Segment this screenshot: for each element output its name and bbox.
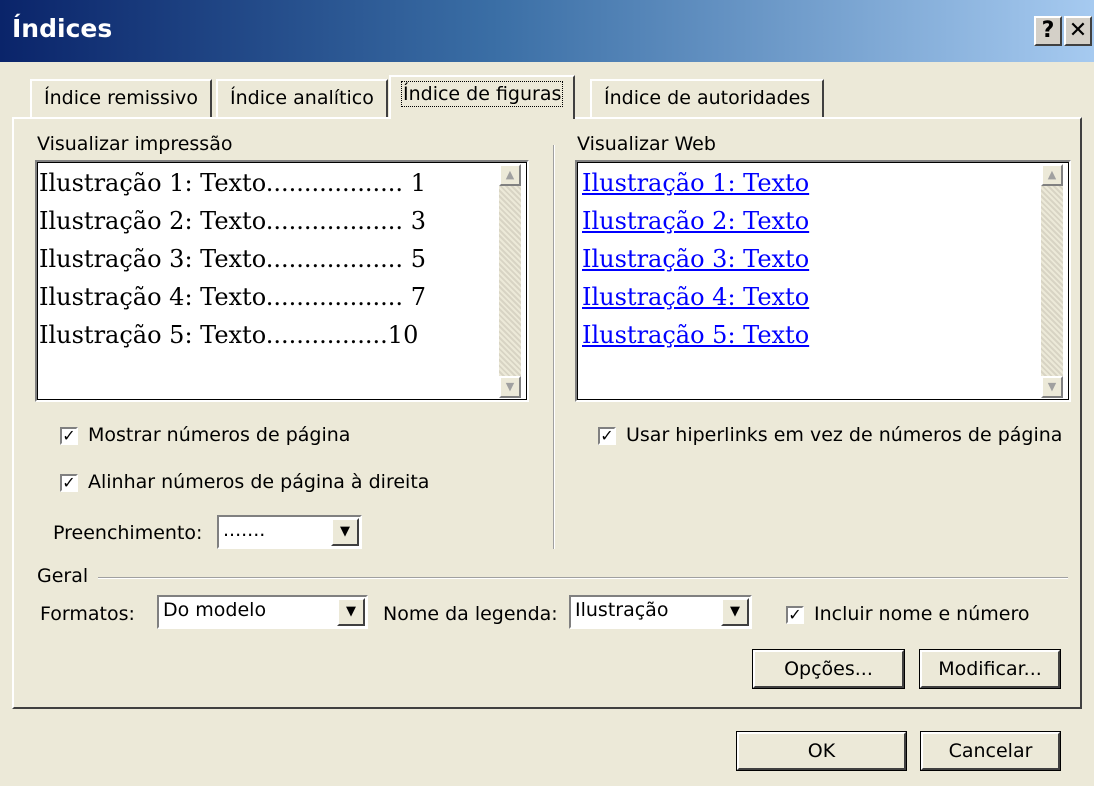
window-title: Índices: [12, 14, 113, 43]
web-preview-box: Ilustração 1: Texto Ilustração 2: Texto …: [575, 160, 1071, 402]
ok-button[interactable]: OK: [736, 731, 907, 771]
formats-select[interactable]: Do modelo ▼: [157, 595, 368, 629]
options-button[interactable]: Opções...: [752, 649, 905, 689]
web-preview-link: Ilustração 4: Texto: [582, 283, 810, 311]
cancel-button[interactable]: Cancelar: [920, 731, 1061, 771]
close-icon: ✕: [1068, 18, 1088, 43]
caption-name-value: Ilustração: [575, 599, 669, 621]
general-divider: [98, 577, 1068, 579]
print-preview-entry: Ilustração 5: Texto................10: [39, 321, 419, 349]
print-preview-entry: Ilustração 3: Texto.................. 5: [39, 245, 426, 273]
align-page-numbers-label: Alinhar números de página à direita: [88, 471, 430, 493]
title-bar: [0, 0, 1094, 62]
include-label-checkbox[interactable]: ✓: [786, 606, 804, 624]
dropdown-button[interactable]: ▼: [337, 598, 365, 626]
scroll-up-button[interactable]: ▲: [1041, 164, 1063, 186]
chevron-down-icon: ▼: [346, 604, 356, 619]
leader-value: .......: [223, 519, 266, 541]
tab-indice-de-figuras[interactable]: Índice de figuras: [389, 75, 576, 119]
general-group-label: Geral: [37, 565, 89, 587]
print-preview-label: Visualizar impressão: [37, 133, 233, 155]
web-preview-link: Ilustração 1: Texto: [582, 169, 810, 197]
web-preview-link: Ilustração 2: Texto: [582, 207, 810, 235]
print-preview-scrollbar[interactable]: ▲ ▼: [499, 164, 521, 398]
show-page-numbers-label: Mostrar números de página: [88, 424, 351, 446]
web-preview-scrollbar[interactable]: ▲ ▼: [1041, 164, 1063, 398]
chevron-down-icon: ▼: [340, 524, 350, 539]
web-preview-link: Ilustração 5: Texto: [582, 321, 810, 349]
print-preview-entry: Ilustração 4: Texto.................. 7: [39, 283, 426, 311]
arrow-up-icon: ▲: [1047, 168, 1057, 181]
scroll-up-button[interactable]: ▲: [499, 164, 521, 186]
tab-label: Índice de autoridades: [604, 87, 811, 109]
tab-indice-remissivo[interactable]: Índice remissivo: [30, 79, 212, 117]
divider: [553, 145, 555, 549]
leader-select[interactable]: ....... ▼: [217, 515, 362, 549]
arrow-down-icon: ▼: [1047, 380, 1057, 393]
formats-label: Formatos:: [40, 603, 135, 625]
print-preview-entry: Ilustração 1: Texto.................. 1: [39, 169, 426, 197]
print-preview-entry: Ilustração 2: Texto.................. 3: [39, 207, 426, 235]
leader-label: Preenchimento:: [53, 522, 203, 544]
caption-name-label: Nome da legenda:: [383, 603, 558, 625]
close-button[interactable]: ✕: [1064, 16, 1092, 46]
tab-label: Índice de figuras: [400, 81, 564, 107]
caption-name-select[interactable]: Ilustração ▼: [569, 595, 752, 629]
arrow-up-icon: ▲: [505, 168, 515, 181]
dropdown-button[interactable]: ▼: [721, 598, 749, 626]
tab-label: Índice remissivo: [44, 87, 198, 109]
align-page-numbers-checkbox[interactable]: ✓: [60, 474, 78, 492]
chevron-down-icon: ▼: [730, 604, 740, 619]
scroll-down-button[interactable]: ▼: [499, 376, 521, 398]
print-preview-box: Ilustração 1: Texto.................. 1 …: [35, 160, 529, 402]
show-page-numbers-checkbox[interactable]: ✓: [60, 427, 78, 445]
tab-indice-analitico[interactable]: Índice analítico: [216, 79, 388, 117]
help-button[interactable]: ?: [1034, 16, 1062, 46]
tab-indice-de-autoridades[interactable]: Índice de autoridades: [590, 79, 825, 117]
modify-button[interactable]: Modificar...: [919, 649, 1061, 689]
scroll-down-button[interactable]: ▼: [1041, 376, 1063, 398]
formats-value: Do modelo: [163, 599, 267, 621]
dropdown-button[interactable]: ▼: [331, 518, 359, 546]
include-label-label: Incluir nome e número: [814, 603, 1030, 625]
web-preview-label: Visualizar Web: [577, 133, 716, 155]
tab-label: Índice analítico: [230, 87, 374, 109]
web-preview-link: Ilustração 3: Texto: [582, 245, 810, 273]
arrow-down-icon: ▼: [505, 380, 515, 393]
use-hyperlinks-label: Usar hiperlinks em vez de números de pág…: [626, 424, 1063, 446]
use-hyperlinks-checkbox[interactable]: ✓: [598, 427, 616, 445]
